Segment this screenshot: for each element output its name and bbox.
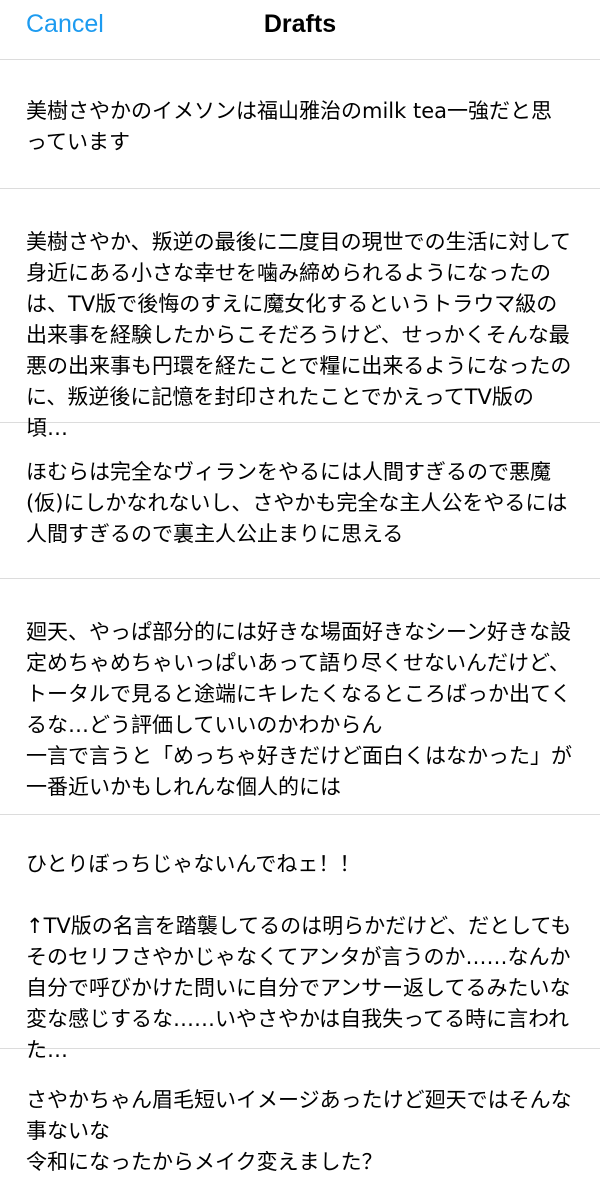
draft-item[interactable]: 美樹さやかのイメソンは福山雅治のmilk tea一強だと思っています	[0, 60, 600, 189]
draft-text: 美樹さやかのイメソンは福山雅治のmilk tea一強だと思っています	[26, 99, 552, 154]
draft-text: 廻天、やっぱ部分的には好きな場面好きなシーン好きな設定めちゃめちゃいっぱいあって…	[26, 620, 572, 799]
draft-item[interactable]: 廻天、やっぱ部分的には好きな場面好きなシーン好きな設定めちゃめちゃいっぱいあって…	[0, 579, 600, 815]
draft-text: 美樹さやか、叛逆の最後に二度目の現世での生活に対して身近にある小さな幸せを噛み締…	[26, 230, 572, 440]
draft-item[interactable]: ひとりぼっちじゃないんでねェ！！ ↑TV版の名言を踏襲してるのは明らかだけど、だ…	[0, 815, 600, 1062]
draft-item[interactable]: 美樹さやか、叛逆の最後に二度目の現世での生活に対して身近にある小さな幸せを噛み締…	[0, 189, 600, 440]
draft-text: ほむらは完全なヴィランをやるには人間すぎるので悪魔(仮)にしかなれないし、さやか…	[26, 460, 568, 546]
draft-text: ひとりぼっちじゃないんでねェ！！ ↑TV版の名言を踏襲してるのは明らかだけど、だ…	[26, 852, 572, 1062]
page-title: Drafts	[263, 10, 337, 38]
draft-text: さやかちゃん眉毛短いイメージあったけど廻天ではそんな事ないな 令和になったからメ…	[26, 1088, 572, 1174]
navigation-bar: Cancel Drafts	[0, 0, 600, 60]
draft-item[interactable]: ほむらは完全なヴィランをやるには人間すぎるので悪魔(仮)にしかなれないし、さやか…	[0, 423, 600, 579]
draft-item[interactable]: さやかちゃん眉毛短いイメージあったけど廻天ではそんな事ないな 令和になったからメ…	[0, 1049, 600, 1199]
